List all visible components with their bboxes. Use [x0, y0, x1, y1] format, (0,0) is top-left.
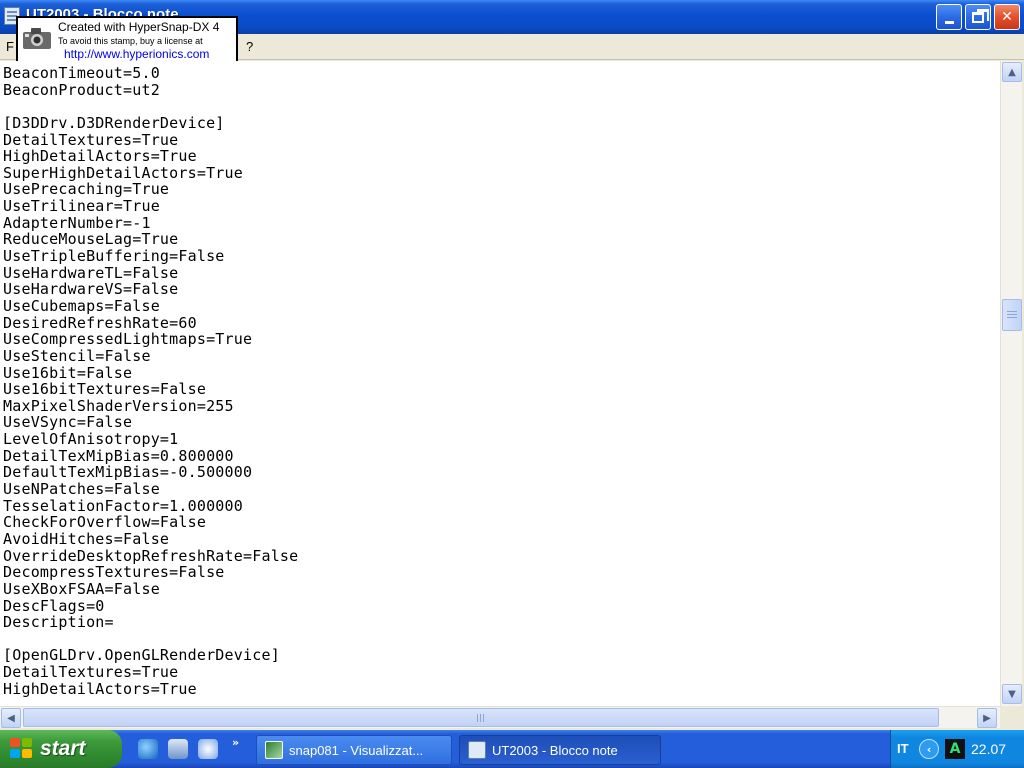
text-line: [D3DDrv.D3DRenderDevice]: [3, 113, 225, 132]
language-indicator[interactable]: IT: [897, 741, 909, 756]
text-line: CheckForOverflow=False: [3, 513, 207, 532]
text-line: UseVSync=False: [3, 413, 133, 432]
text-line: DescFlags=0: [3, 596, 105, 615]
menu-file[interactable]: F: [6, 39, 14, 54]
text-editor[interactable]: BeaconTimeout=5.0 BeaconProduct=ut2 [D3DDr…: [0, 61, 1000, 706]
text-line: TesselationFactor=1.000000: [3, 496, 243, 515]
text-line: LevelOfAnisotropy=1: [3, 430, 179, 449]
clock[interactable]: 22.07: [971, 741, 1006, 757]
windows-flag-icon: [10, 738, 34, 760]
close-icon: ✕: [1001, 9, 1013, 25]
menu-help[interactable]: ?: [246, 39, 253, 54]
tray-app-icon[interactable]: A: [945, 739, 965, 759]
text-line: HighDetailActors=True: [3, 679, 197, 698]
taskbar-item-label: UT2003 - Blocco note: [492, 742, 618, 758]
taskbar: start » snap081 - Visualizzat... UT2003 …: [0, 730, 1024, 768]
tray-app-glyph: A: [949, 741, 961, 757]
scrollbar-corner: [1000, 706, 1024, 728]
stamp-url: http://www.hyperionics.com: [64, 47, 210, 61]
text-line: UseTripleBuffering=False: [3, 247, 225, 266]
text-line: UseStencil=False: [3, 346, 151, 365]
editor-content: BeaconTimeout=5.0 BeaconProduct=ut2 [D3DDr…: [3, 64, 299, 698]
notepad-icon: [468, 741, 486, 759]
arrow-down-icon: ▼: [1008, 688, 1016, 700]
text-line: OverrideDesktopRefreshRate=False: [3, 546, 299, 565]
grip-icon: [1007, 311, 1017, 319]
text-line: MaxPixelShaderVersion=255: [3, 396, 234, 415]
text-line: UseCubemaps=False: [3, 296, 160, 315]
vertical-scrollbar[interactable]: ▲ ▼: [1000, 61, 1022, 706]
quicklaunch-more-icon[interactable]: »: [232, 736, 239, 749]
text-line: AvoidHitches=False: [3, 529, 170, 548]
text-line: UseCompressedLightmaps=True: [3, 330, 253, 349]
text-line: DesiredRefreshRate=60: [3, 313, 197, 332]
internet-explorer-icon[interactable]: [138, 739, 158, 759]
media-player-icon[interactable]: [198, 739, 218, 759]
system-tray: IT ‹ A 22.07: [890, 730, 1024, 768]
text-line: [3, 97, 298, 114]
start-label: start: [40, 737, 86, 760]
text-line: Use16bitTextures=False: [3, 380, 207, 399]
text-line: DecompressTextures=False: [3, 563, 225, 582]
stamp-title: Created with HyperSnap-DX 4: [58, 20, 220, 34]
text-line: [3, 630, 298, 647]
text-line: UsePrecaching=True: [3, 180, 170, 199]
start-button[interactable]: start: [0, 730, 122, 768]
text-line: SuperHighDetailActors=True: [3, 163, 243, 182]
minimize-button[interactable]: [936, 4, 962, 30]
scroll-up-button[interactable]: ▲: [1002, 62, 1022, 82]
text-line: Description=: [3, 613, 114, 632]
text-line: DefaultTexMipBias=-0.500000: [3, 463, 253, 482]
text-line: HighDetailActors=True: [3, 147, 197, 166]
text-line: [OpenGLDrv.OpenGLRenderDevice]: [3, 646, 280, 665]
hypersnap-stamp: Created with HyperSnap-DX 4 To avoid thi…: [16, 16, 238, 64]
arrow-up-icon: ▲: [1008, 66, 1016, 78]
taskbar-item-label: snap081 - Visualizzat...: [289, 742, 424, 758]
restore-icon: [972, 8, 989, 23]
text-line: UseTrilinear=True: [3, 197, 160, 216]
vertical-scroll-thumb[interactable]: [1002, 299, 1022, 331]
show-hidden-icons-button[interactable]: ‹: [919, 739, 939, 759]
text-line: UseNPatches=False: [3, 480, 160, 499]
horizontal-scrollbar[interactable]: ◀ ▶: [0, 706, 1000, 728]
close-button[interactable]: ✕: [994, 4, 1020, 30]
scroll-left-button[interactable]: ◀: [1, 708, 21, 728]
chevron-left-icon: ‹: [926, 742, 932, 756]
maximize-button[interactable]: [965, 4, 991, 30]
horizontal-scroll-thumb[interactable]: [23, 708, 939, 727]
text-line: UseHardwareTL=False: [3, 263, 179, 282]
text-line: DetailTexMipBias=0.800000: [3, 446, 234, 465]
scroll-down-button[interactable]: ▼: [1002, 684, 1022, 704]
image-viewer-icon: [265, 741, 283, 759]
stamp-notice: To avoid this stamp, buy a license at: [58, 36, 203, 46]
text-line: UseXBoxFSAA=False: [3, 579, 160, 598]
text-line: DetailTextures=True: [3, 663, 179, 682]
text-line: AdapterNumber=-1: [3, 213, 151, 232]
text-line: BeaconProduct=ut2: [3, 80, 160, 99]
camera-icon: [23, 28, 51, 49]
arrow-right-icon: ▶: [983, 712, 991, 724]
text-line: DetailTextures=True: [3, 130, 179, 149]
text-line: ReduceMouseLag=True: [3, 230, 179, 249]
text-line: UseHardwareVS=False: [3, 280, 179, 299]
outlook-express-icon[interactable]: [168, 739, 188, 759]
arrow-left-icon: ◀: [7, 712, 15, 724]
grip-icon: [477, 713, 485, 722]
scroll-right-button[interactable]: ▶: [977, 708, 997, 728]
text-line: BeaconTimeout=5.0: [3, 64, 160, 82]
minimize-icon: [944, 20, 954, 24]
taskbar-item-snap081[interactable]: snap081 - Visualizzat...: [256, 735, 452, 765]
taskbar-item-notepad[interactable]: UT2003 - Blocco note: [459, 735, 661, 765]
text-line: Use16bit=False: [3, 363, 133, 382]
